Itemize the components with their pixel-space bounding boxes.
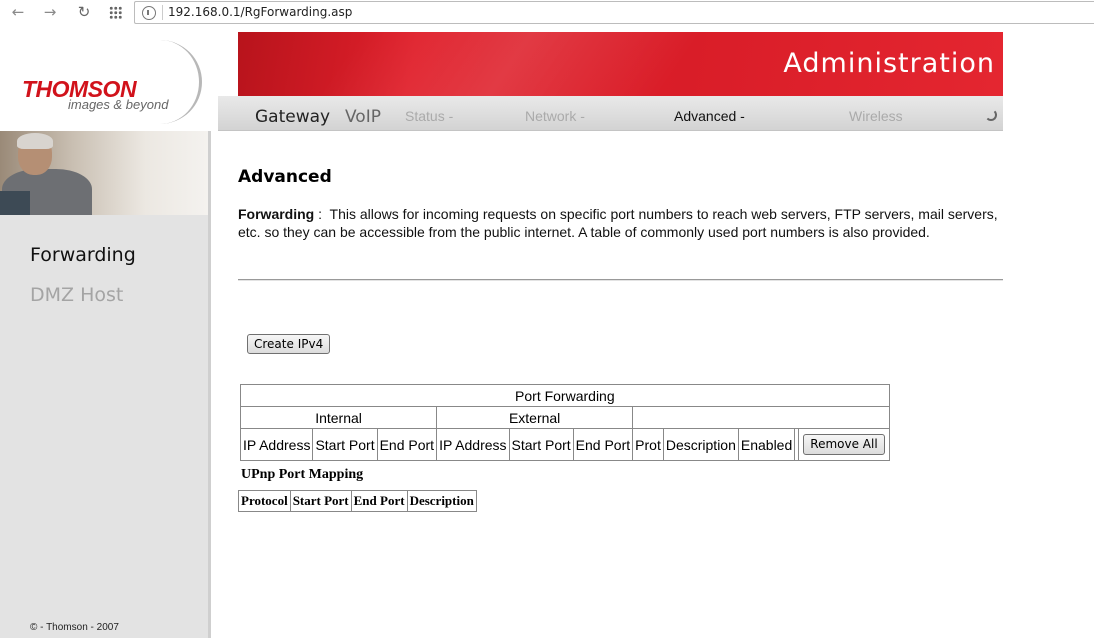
- logo-tagline: images & beyond: [68, 97, 169, 112]
- column-header: Start Port: [289, 490, 352, 512]
- column-header: Description: [662, 428, 739, 461]
- column-header: End Port: [350, 490, 408, 512]
- logo: THOMSON images & beyond: [0, 32, 238, 131]
- description-term: Forwarding: [238, 206, 315, 222]
- port-forwarding-table: Port Forwarding Internal External IP Add…: [239, 384, 890, 461]
- divider: [162, 5, 163, 20]
- column-header: Description: [406, 490, 477, 512]
- nav-gateway[interactable]: Gateway: [255, 107, 330, 127]
- create-ipv4-button[interactable]: Create IPv4: [247, 334, 331, 354]
- column-header: End Port: [376, 428, 438, 461]
- external-group-header: External: [436, 406, 634, 429]
- reload-icon[interactable]: ↻: [74, 3, 94, 21]
- sidebar-item-forwarding[interactable]: Forwarding: [30, 244, 136, 266]
- header-photo: [0, 131, 208, 215]
- photo-hair-shape: [17, 133, 53, 149]
- url-text[interactable]: 192.168.0.1/RgForwarding.asp: [168, 5, 352, 19]
- description-text: This allows for incoming requests on spe…: [238, 206, 998, 240]
- header-banner: Administration: [218, 32, 1003, 96]
- upnp-port-mapping-table: Protocol Start Port End Port Description: [238, 490, 477, 512]
- remove-all-cell: Remove All: [798, 428, 890, 461]
- nav-status[interactable]: Status -: [405, 108, 453, 124]
- loading-spinner-icon: [985, 109, 997, 121]
- description-separator: :: [314, 206, 330, 222]
- address-bar[interactable]: 192.168.0.1/RgForwarding.asp: [134, 1, 1094, 24]
- nav-network[interactable]: Network -: [525, 108, 585, 124]
- copyright: © - Thomson - 2007: [30, 622, 119, 633]
- sidebar-item-dmz-host[interactable]: DMZ Host: [30, 284, 123, 306]
- info-icon[interactable]: [142, 6, 156, 20]
- top-navigation: Gateway VoIP Status - Network - Advanced…: [218, 96, 1003, 131]
- photo-laptop-shape: [0, 191, 30, 215]
- column-header: IP Address: [239, 428, 314, 461]
- internal-group-header: Internal: [239, 406, 438, 429]
- port-forwarding-title: Port Forwarding: [240, 384, 890, 407]
- column-header: Start Port: [312, 428, 378, 461]
- apps-grid-icon[interactable]: [109, 6, 122, 19]
- banner-title: Administration: [783, 48, 995, 79]
- nav-wireless[interactable]: Wireless: [849, 108, 903, 124]
- page-title: Advanced: [238, 167, 332, 187]
- back-arrow-icon[interactable]: ←: [8, 3, 28, 21]
- page-description: Forwarding : This allows for incoming re…: [238, 205, 998, 241]
- column-header: Protocol: [238, 490, 291, 512]
- upnp-section-title: UPnp Port Mapping: [241, 467, 364, 482]
- nav-voip[interactable]: VoIP: [345, 107, 381, 127]
- column-header: Start Port: [508, 428, 574, 461]
- column-header: IP Address: [436, 428, 510, 461]
- browser-toolbar: ← → ↻ 192.168.0.1/RgForwarding.asp: [0, 0, 1094, 26]
- empty-group-header: [632, 406, 890, 429]
- column-header: End Port: [572, 428, 634, 461]
- sidebar: Forwarding DMZ Host © - Thomson - 2007: [0, 131, 211, 638]
- nav-advanced[interactable]: Advanced -: [674, 108, 745, 124]
- forward-arrow-icon[interactable]: →: [40, 3, 60, 21]
- column-header: Prot: [632, 428, 664, 461]
- divider: [238, 279, 1003, 281]
- remove-all-button[interactable]: Remove All: [803, 434, 885, 455]
- column-header: Enabled: [737, 428, 796, 461]
